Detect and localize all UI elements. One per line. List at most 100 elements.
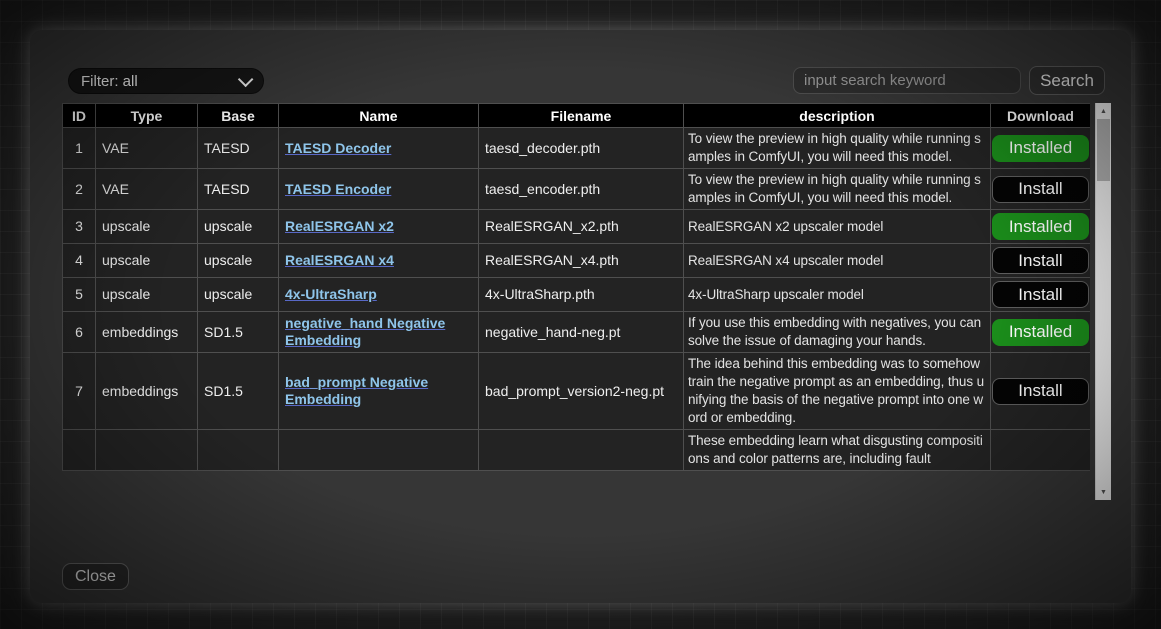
cell-type: upscale: [96, 210, 198, 244]
filter-dropdown[interactable]: Filter: all: [68, 68, 264, 94]
table-row: 1VAETAESD TAESD Decoder taesd_decoder.pthT…: [63, 128, 1091, 169]
model-link[interactable]: TAESD Encoder: [285, 181, 391, 197]
table-row: 6embeddingsSD1.5negative_hand Negative E…: [63, 312, 1091, 353]
cell-id: 6: [63, 312, 96, 353]
header-base: Base: [198, 104, 279, 128]
install-button[interactable]: Install: [992, 247, 1089, 274]
table-row: 4upscaleupscaleRealESRGAN x4RealESRGAN_x…: [63, 244, 1091, 278]
model-link[interactable]: RealESRGAN x4: [285, 252, 394, 268]
cell-filename: 4x-UltraSharp.pth: [479, 278, 684, 312]
cell-filename: RealESRGAN_x2.pth: [479, 210, 684, 244]
cell-base: TAESD: [198, 169, 279, 210]
cell-base: SD1.5: [198, 353, 279, 430]
cell-name: TAESD Decoder: [279, 128, 479, 169]
cell-filename: [479, 430, 684, 471]
cell-filename: bad_prompt_version2-neg.pt: [479, 353, 684, 430]
cell-name: RealESRGAN x2: [279, 210, 479, 244]
installed-button[interactable]: Installed: [992, 213, 1089, 240]
cell-id: [63, 430, 96, 471]
table-header-row: ID Type Base Name Filename description D…: [63, 104, 1091, 128]
install-button[interactable]: Install: [992, 281, 1089, 308]
cell-id: 2: [63, 169, 96, 210]
header-download: Download: [991, 104, 1091, 128]
cell-type: embeddings: [96, 353, 198, 430]
cell-download: Installed: [991, 128, 1091, 169]
cell-base: upscale: [198, 210, 279, 244]
cell-filename: taesd_decoder.pth: [479, 128, 684, 169]
cell-description: To view the preview in high quality whil…: [684, 128, 991, 169]
cell-id: 7: [63, 353, 96, 430]
cell-description: 4x-UltraSharp upscaler model: [684, 278, 991, 312]
cell-download: Installed: [991, 312, 1091, 353]
cell-filename: RealESRGAN_x4.pth: [479, 244, 684, 278]
model-link[interactable]: TAESD Decoder: [285, 140, 391, 156]
search-input[interactable]: [793, 67, 1021, 94]
cell-id: 3: [63, 210, 96, 244]
cell-name: TAESD Encoder: [279, 169, 479, 210]
installed-button[interactable]: Installed: [992, 135, 1089, 162]
cell-download: Installed: [991, 210, 1091, 244]
install-button[interactable]: Install: [992, 176, 1089, 203]
cell-id: 1: [63, 128, 96, 169]
model-link[interactable]: bad_prompt Negative Embedding: [285, 374, 428, 407]
cell-name: bad_prompt Negative Embedding: [279, 353, 479, 430]
table-row: 7embeddingsSD1.5bad_prompt Negative Embe…: [63, 353, 1091, 430]
cell-id: 4: [63, 244, 96, 278]
installed-button[interactable]: Installed: [992, 319, 1089, 346]
cell-download: Install: [991, 353, 1091, 430]
header-filename: Filename: [479, 104, 684, 128]
cell-name: 4x-UltraSharp: [279, 278, 479, 312]
cell-name: negative_hand Negative Embedding: [279, 312, 479, 353]
scrollbar-down-arrow-icon[interactable]: ▼: [1096, 484, 1111, 500]
header-type: Type: [96, 104, 198, 128]
cell-description: These embedding learn what disgusting co…: [684, 430, 991, 471]
model-link[interactable]: 4x-UltraSharp: [285, 286, 377, 302]
table-scrollbar[interactable]: ▲ ▼: [1095, 103, 1111, 500]
cell-type: embeddings: [96, 312, 198, 353]
cell-base: [198, 430, 279, 471]
cell-base: upscale: [198, 278, 279, 312]
model-link[interactable]: negative_hand Negative Embedding: [285, 315, 445, 348]
cell-download: Install: [991, 244, 1091, 278]
table-row: 3upscaleupscaleRealESRGAN x2RealESRGAN_x…: [63, 210, 1091, 244]
cell-filename: taesd_encoder.pth: [479, 169, 684, 210]
cell-type: upscale: [96, 244, 198, 278]
filter-dropdown-value: Filter: all: [81, 73, 138, 90]
header-name: Name: [279, 104, 479, 128]
cell-base: SD1.5: [198, 312, 279, 353]
model-table: ID Type Base Name Filename description D…: [62, 103, 1090, 471]
cell-download: [991, 430, 1091, 471]
model-table-viewport: ID Type Base Name Filename description D…: [62, 103, 1090, 500]
cell-download: Install: [991, 169, 1091, 210]
cell-download: Install: [991, 278, 1091, 312]
cell-description: If you use this embedding with negatives…: [684, 312, 991, 353]
cell-type: [96, 430, 198, 471]
search-button[interactable]: Search: [1029, 66, 1105, 95]
header-description: description: [684, 104, 991, 128]
cell-base: TAESD: [198, 128, 279, 169]
cell-name: RealESRGAN x4: [279, 244, 479, 278]
model-link[interactable]: RealESRGAN x2: [285, 218, 394, 234]
cell-type: VAE: [96, 128, 198, 169]
cell-filename: negative_hand-neg.pt: [479, 312, 684, 353]
table-row: 2VAETAESD TAESD Encoder taesd_encoder.pthT…: [63, 169, 1091, 210]
cell-type: VAE: [96, 169, 198, 210]
cell-description: The idea behind this embedding was to so…: [684, 353, 991, 430]
table-row: These embedding learn what disgusting co…: [63, 430, 1091, 471]
cell-description: RealESRGAN x2 upscaler model: [684, 210, 991, 244]
cell-type: upscale: [96, 278, 198, 312]
cell-id: 5: [63, 278, 96, 312]
install-button[interactable]: Install: [992, 378, 1089, 405]
comfyui-canvas: Filter: all Search ID Type Base Name: [0, 0, 1161, 629]
table-body: 1VAETAESDTAESD Decodertaesd_decoder.pthT…: [63, 128, 1091, 471]
cell-description: RealESRGAN x4 upscaler model: [684, 244, 991, 278]
table-row: 5upscaleupscale4x-UltraSharp4x-UltraShar…: [63, 278, 1091, 312]
header-id: ID: [63, 104, 96, 128]
model-install-dialog: Filter: all Search ID Type Base Name: [30, 30, 1131, 603]
close-button[interactable]: Close: [62, 563, 129, 590]
scrollbar-up-arrow-icon[interactable]: ▲: [1096, 103, 1111, 119]
cell-base: upscale: [198, 244, 279, 278]
cell-name: [279, 430, 479, 471]
scrollbar-thumb[interactable]: [1097, 119, 1110, 181]
cell-description: To view the preview in high quality whil…: [684, 169, 991, 210]
